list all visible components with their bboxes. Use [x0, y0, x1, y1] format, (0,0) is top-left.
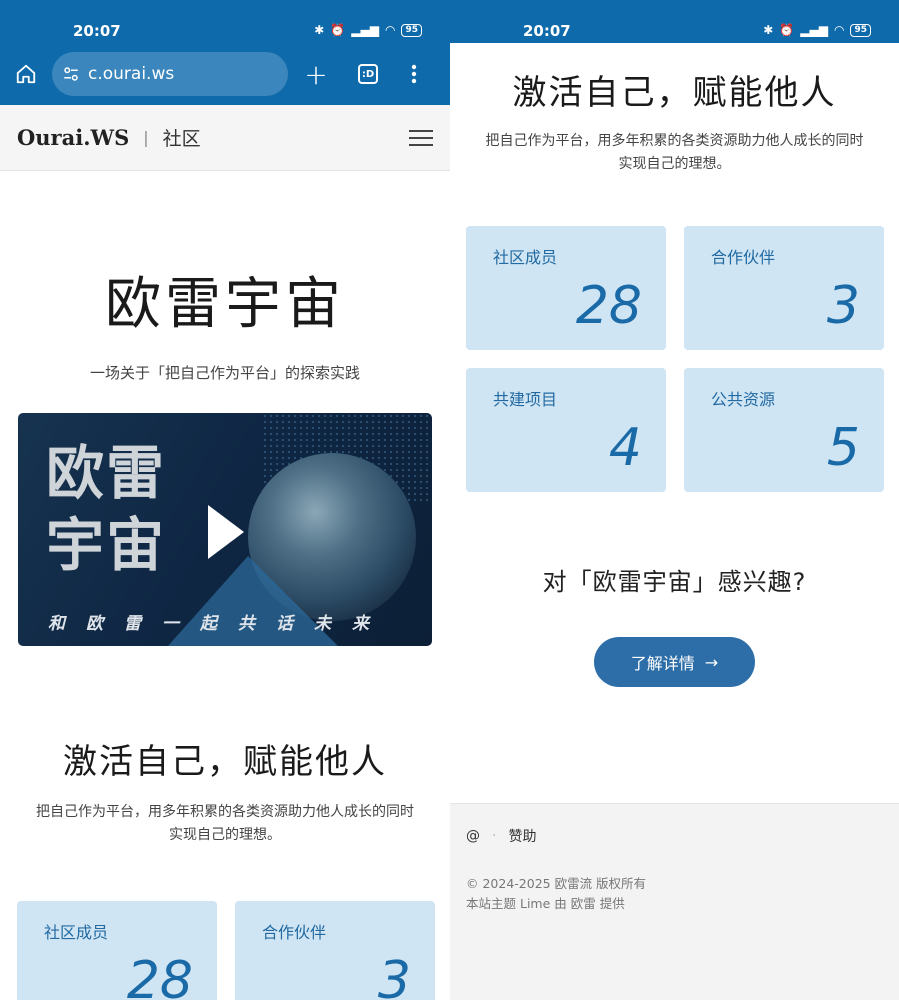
stat-value: 28 — [126, 951, 193, 1000]
stat-label: 共建项目 — [493, 390, 558, 409]
status-icons: ✱ ⏰ ▂▄▆ ◠ 95 — [763, 23, 871, 37]
browser-toolbar: c.ourai.ws + :D — [0, 43, 450, 105]
empower-desc-line2: 实现自己的理想。 — [169, 827, 281, 843]
tab-count: :D — [358, 64, 378, 84]
home-icon[interactable] — [12, 60, 40, 88]
empower-title: 激活自己，赋能他人 — [63, 742, 387, 782]
tab-switcher-button[interactable]: :D — [354, 60, 382, 88]
stat-value: 4 — [608, 418, 642, 478]
empower-desc-line2: 实现自己的理想。 — [618, 156, 731, 172]
stat-label: 公共资源 — [711, 390, 776, 409]
right-screenshot: 20:07 ✱ ⏰ ▂▄▆ ◠ 95 激活自己，赋能他人 把自己作为平台，用多年… — [450, 0, 899, 1000]
stat-value: 5 — [826, 418, 860, 478]
video-title: 欧雷宇宙 — [46, 439, 167, 579]
url-text: c.ourai.ws — [88, 64, 175, 84]
stats-grid: 社区成员 28 合作伙伴 3 共建项目 4 公共资源 5 — [466, 226, 899, 492]
battery-icon: 95 — [401, 23, 422, 37]
stat-card-members: 社区成员 28 — [466, 226, 666, 350]
stat-label: 合作伙伴 — [711, 248, 776, 267]
section-name[interactable]: 社区 — [163, 124, 201, 151]
sponsor-link[interactable]: 赞助 — [508, 826, 536, 846]
status-time: 20:07 — [73, 22, 121, 40]
site-settings-icon[interactable] — [62, 65, 80, 83]
status-time: 20:07 — [523, 22, 571, 40]
stat-label: 社区成员 — [44, 923, 109, 942]
signal-icon: ▂▄▆ — [351, 23, 379, 37]
bluetooth-icon: ✱ — [314, 23, 325, 37]
alarm-icon: ⏰ — [779, 23, 795, 37]
empower-desc-line1: 把自己作为平台，用多年积累的各类资源助力他人成长的同时 — [485, 133, 864, 149]
battery-icon: 95 — [850, 23, 871, 37]
hamburger-menu-icon[interactable] — [409, 125, 433, 151]
play-icon[interactable] — [208, 505, 244, 559]
signal-icon: ▂▄▆ — [800, 23, 828, 37]
stat-card-partners: 合作伙伴 3 — [684, 226, 884, 350]
bluetooth-icon: ✱ — [763, 23, 774, 37]
theme-credit: 本站主题 Lime 由 欧雷 提供 — [466, 896, 625, 911]
footer-divider: · — [492, 828, 497, 844]
intro-video[interactable]: 欧雷宇宙 和欧雷一起共话未来 — [18, 413, 432, 646]
video-slogan: 和欧雷一起共话未来 — [48, 614, 390, 634]
new-tab-icon[interactable]: + — [302, 58, 330, 91]
stat-card-partners: 合作伙伴 3 — [235, 901, 435, 1000]
stat-card-projects: 共建项目 4 — [466, 368, 666, 492]
stats-grid: 社区成员 28 合作伙伴 3 — [17, 901, 450, 1000]
hero-subtitle: 一场关于「把自己作为平台」的探索实践 — [89, 364, 360, 382]
address-bar[interactable]: c.ourai.ws — [52, 52, 288, 96]
wifi-icon: ◠ — [833, 23, 845, 37]
arrow-right-icon: → — [704, 652, 719, 672]
footer-links: @ · 赞助 — [466, 826, 883, 846]
wifi-icon: ◠ — [384, 23, 396, 37]
header-separator: | — [143, 128, 149, 147]
footer-copy: © 2024-2025 欧雷流 版权所有 本站主题 Lime 由 欧雷 提供 — [466, 874, 883, 914]
alarm-icon: ⏰ — [330, 23, 346, 37]
hero-title: 欧雷宇宙 — [105, 272, 345, 337]
status-bar: 20:07 ✱ ⏰ ▂▄▆ ◠ 95 — [450, 0, 899, 43]
stat-value: 3 — [826, 276, 860, 336]
at-link[interactable]: @ — [466, 828, 480, 844]
cta-question: 对「欧雷宇宙」感兴趣? — [542, 568, 807, 596]
stat-value: 28 — [575, 276, 642, 336]
empower-desc-line1: 把自己作为平台，用多年积累的各类资源助力他人成长的同时 — [36, 804, 414, 820]
empower-description: 把自己作为平台，用多年积累的各类资源助力他人成长的同时 实现自己的理想。 — [0, 801, 450, 847]
left-screenshot: 20:07 ✱ ⏰ ▂▄▆ ◠ 95 c.ourai.ws + :D Ourai… — [0, 0, 450, 1000]
more-menu-icon[interactable] — [400, 60, 428, 88]
empower-description: 把自己作为平台，用多年积累的各类资源助力他人成长的同时 实现自己的理想。 — [450, 130, 899, 176]
empower-title: 激活自己，赋能他人 — [512, 73, 837, 113]
stat-card-members: 社区成员 28 — [17, 901, 217, 1000]
site-header: Ourai.WS | 社区 — [0, 105, 450, 171]
stat-label: 合作伙伴 — [262, 923, 327, 942]
stat-card-resources: 公共资源 5 — [684, 368, 884, 492]
copyright-text: © 2024-2025 欧雷流 版权所有 — [466, 876, 647, 891]
stat-label: 社区成员 — [493, 248, 558, 267]
learn-more-label: 了解详情 — [630, 654, 695, 673]
status-icons: ✱ ⏰ ▂▄▆ ◠ 95 — [314, 23, 422, 37]
status-bar: 20:07 ✱ ⏰ ▂▄▆ ◠ 95 — [0, 0, 450, 43]
site-footer: @ · 赞助 © 2024-2025 欧雷流 版权所有 本站主题 Lime 由 … — [450, 803, 899, 1000]
learn-more-button[interactable]: 了解详情 → — [594, 637, 755, 687]
site-logo[interactable]: Ourai.WS — [17, 125, 129, 150]
stat-value: 3 — [377, 951, 411, 1000]
